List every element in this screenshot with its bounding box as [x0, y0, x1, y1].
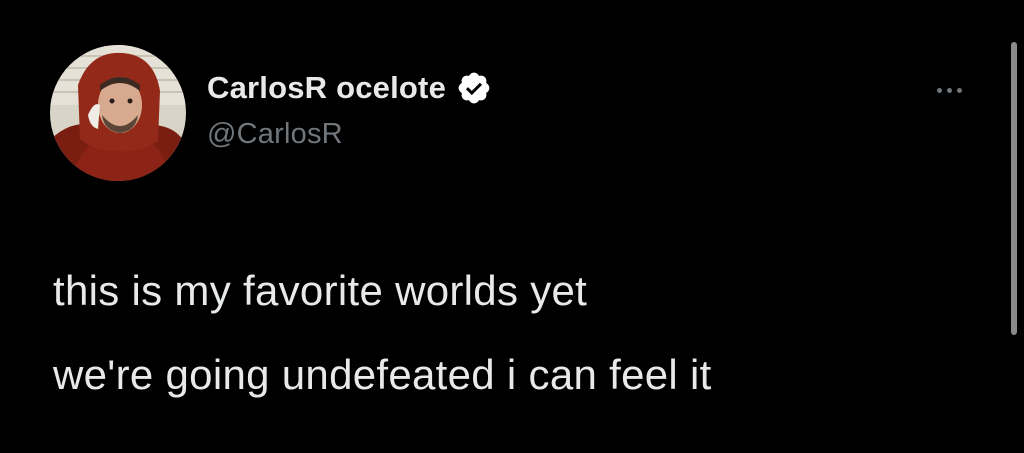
- scrollbar[interactable]: [1011, 42, 1017, 335]
- tweet-card: CarlosR ocelote @CarlosR this is my favo…: [0, 0, 1024, 453]
- tweet-text-line: we're going undefeated i can feel it: [53, 351, 712, 398]
- author-display-name[interactable]: CarlosR ocelote: [207, 70, 446, 106]
- author-handle[interactable]: @CarlosR: [207, 118, 343, 151]
- more-dot: [956, 87, 962, 93]
- more-dot: [946, 87, 952, 93]
- tweet-text-line: this is my favorite worlds yet: [53, 267, 588, 314]
- avatar-image: [50, 45, 186, 181]
- tweet-text: this is my favorite worlds yet we're goi…: [53, 249, 953, 417]
- author-avatar[interactable]: [50, 45, 186, 181]
- author-name-row: CarlosR ocelote: [207, 68, 492, 108]
- more-dot: [936, 87, 942, 93]
- verified-badge-icon: [456, 70, 492, 106]
- more-options-icon[interactable]: [925, 78, 973, 102]
